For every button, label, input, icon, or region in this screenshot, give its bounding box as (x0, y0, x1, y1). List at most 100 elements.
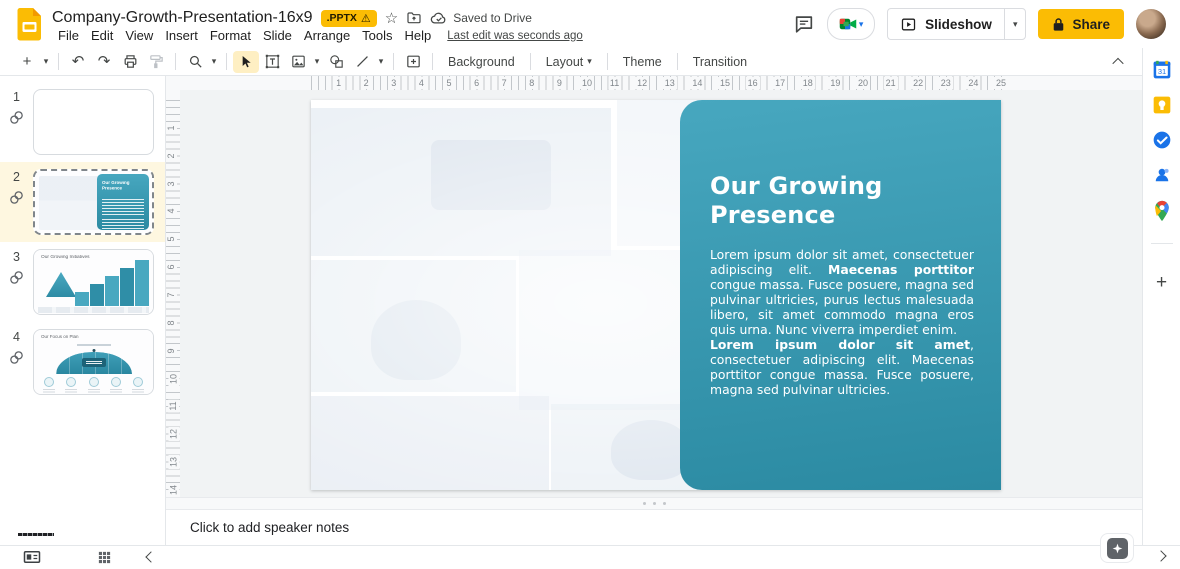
ruler-number: 19 (828, 77, 842, 89)
ruler-number: 2 (166, 151, 177, 160)
text-box-button[interactable] (259, 51, 285, 73)
menu-arrange[interactable]: Arrange (298, 27, 356, 44)
slide-filmstrip: 1Townhall : Our Growth Story 2 Our Growing… (0, 76, 166, 545)
star-button[interactable]: ☆ (385, 11, 398, 26)
new-slide-dropdown[interactable]: ▾ (40, 51, 52, 73)
slide-thumbnail[interactable]: Our Focus on Plan (33, 329, 154, 395)
calendar-icon[interactable]: 31 (1152, 60, 1172, 80)
share-button[interactable]: Share (1038, 9, 1124, 39)
menu-file[interactable]: File (52, 27, 85, 44)
slides-logo-icon[interactable] (17, 7, 42, 41)
menu-tools[interactable]: Tools (356, 27, 398, 44)
ruler-number: 2 (362, 77, 371, 89)
zoom-button[interactable] (182, 51, 208, 73)
thumbnail-gutter: 1 (0, 89, 33, 155)
ruler-number: 16 (746, 77, 760, 89)
teal-text-panel[interactable]: Our Growing Presence Lorem ipsum dolor s… (680, 100, 1001, 490)
thumbnail-title: Our Growing Presence (102, 181, 146, 192)
saved-status[interactable]: Saved to Drive (430, 11, 532, 25)
notes-resize-handle[interactable] (166, 497, 1142, 510)
shape-button[interactable] (323, 51, 349, 73)
ruler-number: 14 (169, 483, 180, 497)
slide-thumbnail-row-3[interactable]: 3Our Growing Initiatives (0, 242, 165, 322)
slide-heading[interactable]: Our Growing Presence (710, 172, 974, 230)
image-dropdown[interactable]: ▾ (311, 51, 323, 73)
ruler-number: 10 (169, 371, 180, 385)
slide-thumbnail-row-4[interactable]: 4 Our Focus on Plan (0, 322, 165, 402)
horizontal-ruler[interactable]: 1234567891011121314151617181920212223242… (166, 76, 1142, 90)
insert-image-button[interactable] (285, 51, 311, 73)
menu-insert[interactable]: Insert (159, 27, 204, 44)
menu-view[interactable]: View (119, 27, 159, 44)
slide-number: 4 (13, 330, 20, 344)
link-icon (8, 189, 25, 206)
slide-thumbnail-row-2[interactable]: 2 Our Growing Presence (0, 162, 165, 242)
pptx-badge[interactable]: .PPTX ⚠ (321, 10, 377, 27)
ruler-number: 5 (444, 77, 453, 89)
new-slide-button[interactable]: + (14, 51, 40, 73)
select-tool-button[interactable] (233, 51, 259, 73)
side-panel-divider (1151, 243, 1173, 244)
explore-button[interactable] (1100, 533, 1134, 563)
account-avatar[interactable] (1136, 9, 1166, 39)
show-side-panel-button[interactable] (1152, 548, 1170, 564)
zoom-dropdown[interactable]: ▾ (208, 51, 220, 73)
lock-icon (1052, 17, 1065, 32)
ruler-number: 15 (718, 77, 732, 89)
theme-button[interactable]: Theme (614, 52, 671, 72)
vertical-ruler[interactable]: 1234567891011121314 (166, 90, 180, 497)
slide-body-text[interactable]: Lorem ipsum dolor sit amet, consectetuer… (710, 247, 974, 397)
slideshow-button[interactable]: Slideshow ▾ (887, 8, 1026, 40)
layout-button[interactable]: Layout▾ (537, 52, 601, 72)
last-edit-link[interactable]: Last edit was seconds ago (447, 30, 583, 42)
speaker-notes-input[interactable]: Click to add speaker notes (166, 510, 1142, 535)
tasks-icon[interactable] (1152, 130, 1172, 150)
move-folder-icon[interactable] (406, 10, 422, 26)
undo-button[interactable]: ↶ (65, 51, 91, 73)
keep-icon[interactable] (1152, 95, 1172, 115)
slide-thumbnail[interactable]: Our Growing Initiatives (33, 249, 154, 315)
filmstrip-view-button[interactable] (19, 547, 45, 567)
ruler-number: 6 (166, 263, 177, 272)
meet-button[interactable]: ▾ (827, 8, 875, 40)
slide-thumbnail[interactable]: Our Growing Presence (33, 169, 154, 235)
slideshow-dropdown[interactable]: ▾ (1004, 9, 1026, 39)
maps-icon[interactable] (1153, 200, 1171, 222)
slideshow-play-icon (900, 16, 917, 33)
toolbar-collapse-button[interactable] (1114, 53, 1122, 71)
active-view-indicator (18, 533, 54, 536)
thumbnail-gutter: 4 (0, 329, 33, 395)
background-button[interactable]: Background (439, 52, 524, 72)
paint-format-button[interactable] (143, 51, 169, 73)
menu-format[interactable]: Format (204, 27, 257, 44)
grid-view-button[interactable] (91, 547, 117, 567)
ruler-number: 22 (911, 77, 925, 89)
ruler-number: 4 (417, 77, 426, 89)
menu-slide[interactable]: Slide (257, 27, 298, 44)
transition-button[interactable]: Transition (684, 52, 756, 72)
menu-help[interactable]: Help (399, 27, 438, 44)
line-tool-button[interactable] (349, 51, 375, 73)
line-dropdown[interactable]: ▾ (375, 51, 387, 73)
collapse-filmstrip-button[interactable] (138, 547, 164, 567)
document-title[interactable]: Company-Growth-Presentation-16x9 (52, 9, 313, 27)
ruler-number: 20 (856, 77, 870, 89)
contacts-icon[interactable] (1152, 165, 1172, 185)
svg-text:31: 31 (1157, 67, 1165, 76)
comment-history-icon[interactable] (793, 13, 815, 35)
meet-dropdown-caret[interactable]: ▾ (859, 20, 864, 29)
link-icon (8, 269, 25, 286)
slide-number: 2 (13, 170, 20, 184)
slide-thumbnail[interactable]: Townhall : Our Growth Story (33, 89, 154, 155)
insert-comment-button[interactable] (400, 51, 426, 73)
get-addons-button[interactable]: + (1156, 273, 1167, 292)
redo-button[interactable]: ↷ (91, 51, 117, 73)
slide-thumbnail-row-1[interactable]: 1Townhall : Our Growth Story (0, 82, 165, 162)
ruler-number: 14 (690, 77, 704, 89)
current-slide[interactable]: Our Growing Presence Lorem ipsum dolor s… (311, 100, 1001, 490)
thumbnail-gutter: 3 (0, 249, 33, 315)
ruler-number: 1 (166, 123, 177, 132)
toolbar: + ▾ ↶ ↷ ▾ (0, 48, 1142, 76)
print-button[interactable] (117, 51, 143, 73)
menu-edit[interactable]: Edit (85, 27, 119, 44)
